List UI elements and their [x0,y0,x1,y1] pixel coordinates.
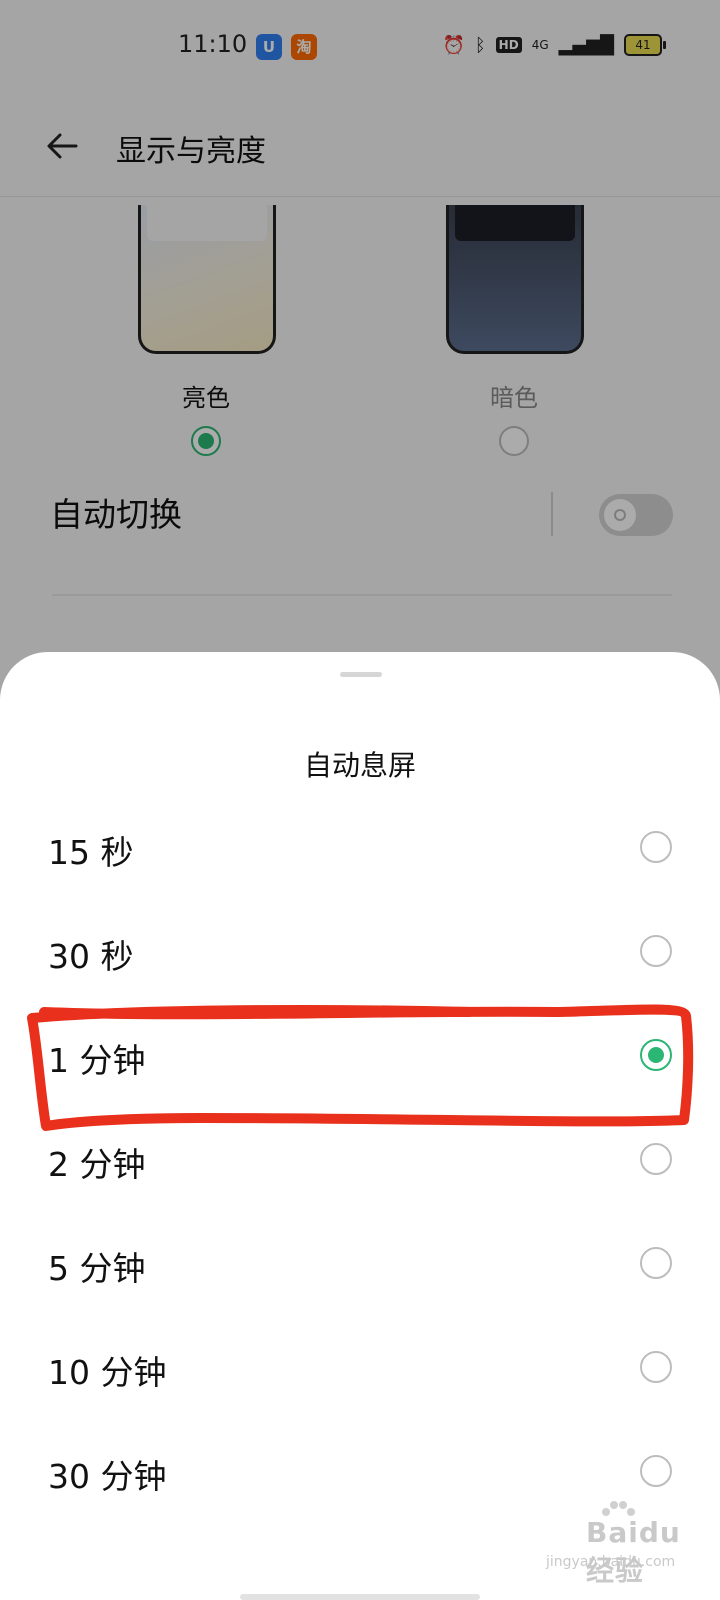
watermark-url: jingyan.baidu.com [546,1554,676,1570]
watermark-text: Baidu经验 [586,1516,681,1587]
option-5-minutes[interactable]: 5 分钟 [0,1212,720,1316]
baidu-watermark: Baidu经验 jingyan.baidu.com [546,1501,696,1587]
option-label: 15 秒 [48,833,134,872]
option-2-minutes[interactable]: 2 分钟 [0,1108,720,1212]
sheet-drag-handle[interactable] [340,672,382,677]
option-label: 30 分钟 [48,1457,167,1496]
sheet-title: 自动息屏 [303,749,416,782]
home-indicator [240,1594,480,1600]
auto-sleep-sheet: 自动息屏 15 秒 30 秒 1 分钟 2 分钟 5 分钟 10 分钟 30 分… [0,652,720,1600]
paw-logo-icon [602,1501,635,1516]
option-radio[interactable] [640,1455,672,1487]
option-30-seconds[interactable]: 30 秒 [0,900,720,1004]
option-radio[interactable] [640,831,672,863]
option-radio[interactable] [640,1351,672,1383]
option-label: 30 秒 [48,937,134,976]
option-1-minute[interactable]: 1 分钟 [0,1004,720,1108]
option-radio[interactable] [640,935,672,967]
option-radio[interactable] [640,1143,672,1175]
option-10-minutes[interactable]: 10 分钟 [0,1316,720,1420]
option-radio[interactable] [640,1247,672,1279]
option-15-seconds[interactable]: 15 秒 [0,796,720,900]
option-label: 10 分钟 [48,1353,167,1392]
option-label: 1 分钟 [48,1041,146,1080]
option-radio-selected[interactable] [640,1039,672,1071]
option-label: 2 分钟 [48,1145,146,1184]
option-label: 5 分钟 [48,1249,146,1288]
